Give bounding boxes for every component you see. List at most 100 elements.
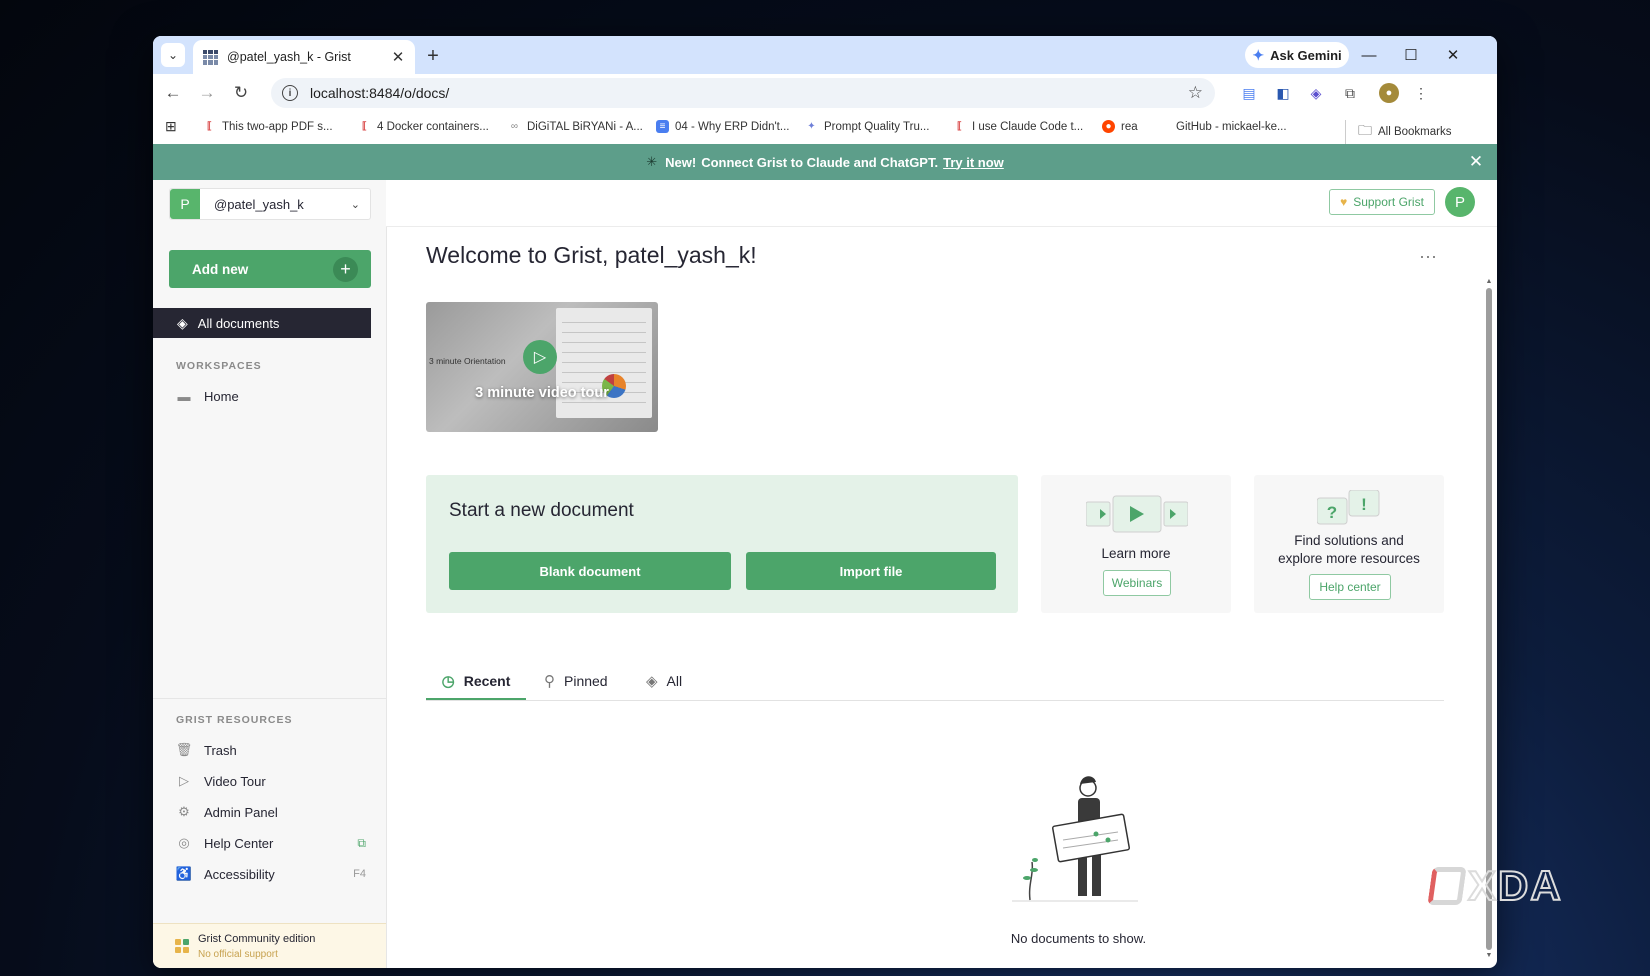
tab-pinned[interactable]: ⚲ Pinned	[544, 664, 608, 698]
webinars-button[interactable]: Webinars	[1103, 570, 1171, 596]
community-title: Grist Community edition	[198, 933, 316, 945]
workspaces-heading: WORKSPACES	[176, 360, 262, 372]
svg-text:!: !	[1361, 495, 1367, 514]
bookmark-3[interactable]: ≡ 04 - Why ERP Didn't...	[656, 120, 789, 133]
bookmarks-bar: ⊞ ⟦ This two-app PDF s... ⟦ 4 Docker conta…	[153, 112, 1497, 145]
sidebar-divider	[153, 698, 386, 699]
scroll-down-icon[interactable]: ▼	[1485, 952, 1493, 960]
extension-icon[interactable]: ◧	[1273, 83, 1293, 103]
home-label: Home	[204, 388, 239, 404]
help-title-line1: Find solutions and	[1294, 533, 1404, 548]
sidebar-item-video-tour[interactable]: ▷ Video Tour	[176, 773, 366, 789]
help-center-button[interactable]: Help center	[1309, 574, 1391, 600]
sidebar-item-all-documents[interactable]: ◈ All documents	[153, 308, 371, 338]
account-avatar: P	[170, 189, 200, 219]
pin-icon: ⚲	[544, 673, 555, 690]
bookmark-star-icon[interactable]: ☆	[1188, 83, 1203, 103]
profile-avatar[interactable]: ●	[1379, 83, 1399, 103]
tab-all[interactable]: ◈ All	[646, 664, 682, 698]
spark-icon: ✳	[646, 154, 658, 169]
banner-try-link[interactable]: Try it now	[943, 155, 1004, 170]
sidebar-item-help-center[interactable]: ◎ Help Center ⧉	[176, 835, 366, 851]
new-tab-button[interactable]: +	[421, 44, 445, 68]
resources-heading: GRIST RESOURCES	[176, 714, 293, 726]
clock-icon: ◷	[441, 673, 455, 690]
address-bar[interactable]: i localhost:8484/o/docs/ ☆	[271, 78, 1215, 108]
forward-icon[interactable]: →	[195, 81, 219, 105]
bookmark-6[interactable]: ● rea	[1102, 120, 1138, 133]
bookmark-4[interactable]: ✦ Prompt Quality Tru...	[805, 120, 929, 133]
apps-grid-icon[interactable]: ⊞	[165, 118, 177, 135]
account-switcher[interactable]: P @patel_yash_k ⌄	[169, 188, 371, 220]
bookmark-label: 4 Docker containers...	[377, 120, 489, 133]
blank-document-button[interactable]: Blank document	[449, 552, 731, 590]
maximize-button[interactable]: ☐	[1393, 42, 1429, 68]
community-edition-footer[interactable]: Grist Community edition No official supp…	[153, 923, 386, 968]
start-new-document-card: Start a new document Blank document Impo…	[426, 475, 1018, 613]
support-grist-button[interactable]: ♥ Support Grist	[1329, 189, 1435, 215]
video-tour-thumbnail[interactable]: 3 minute Orientation ▷ 3 minute video to…	[426, 302, 658, 432]
all-documents-label: All documents	[197, 315, 280, 331]
close-window-button[interactable]: ✕	[1435, 42, 1471, 68]
sidebar-item-accessibility[interactable]: ♿ Accessibility F4	[176, 866, 366, 882]
support-label: Support Grist	[1353, 195, 1424, 209]
site-info-icon[interactable]: i	[282, 85, 298, 101]
banner-new-label: New!	[665, 154, 697, 170]
bookmark-7[interactable]: GitHub - mickael-ke...	[1157, 120, 1287, 133]
add-new-button[interactable]: Add new +	[169, 250, 371, 288]
back-icon[interactable]: ←	[161, 81, 185, 105]
url-text[interactable]: localhost:8484/o/docs/	[310, 85, 1188, 101]
close-tab-icon[interactable]: ✕	[389, 48, 407, 66]
grist-favicon-icon	[203, 49, 218, 65]
bookmark-label: Prompt Quality Tru...	[824, 120, 930, 133]
reading-list-icon[interactable]: ▤	[1239, 83, 1259, 103]
puzzle-icon[interactable]: ⧉	[1340, 83, 1360, 103]
bookmark-0[interactable]: ⟦ This two-app PDF s...	[203, 120, 333, 133]
empty-state-message: No documents to show.	[1010, 931, 1147, 946]
bookmark-2[interactable]: ∞ DiGiTAL BiRYANi - A...	[508, 120, 643, 133]
menu-kebab-icon[interactable]: ⋮	[1411, 83, 1431, 103]
left-sidebar: P @patel_yash_k ⌄ Add new + ◈ All docume…	[153, 180, 387, 968]
question-exclamation-icon: ? !	[1317, 490, 1380, 525]
scrollbar-thumb[interactable]	[1486, 288, 1492, 950]
video-icon: ▷	[179, 773, 189, 788]
learn-more-title: Learn more	[1101, 546, 1171, 561]
bookmark-1[interactable]: ⟦ 4 Docker containers...	[358, 120, 489, 133]
import-file-button[interactable]: Import file	[746, 552, 996, 590]
xda-wordmark: XDA	[1467, 861, 1563, 910]
community-subtitle: No official support	[198, 949, 278, 960]
reload-icon[interactable]: ↻	[229, 81, 253, 105]
glasses-icon: ∞	[510, 121, 519, 132]
tab-recent[interactable]: ◷ Recent	[426, 664, 526, 700]
play-icon[interactable]: ▷	[523, 340, 557, 374]
extension-cube-icon[interactable]: ◈	[1306, 83, 1326, 103]
more-options-icon[interactable]: ···	[1419, 246, 1437, 267]
tab-search-button[interactable]: ⌄	[161, 43, 185, 67]
scroll-up-icon[interactable]: ▲	[1485, 278, 1493, 286]
xda-icon: ⟦	[957, 121, 962, 132]
ask-gemini-button[interactable]: ✦ Ask Gemini	[1245, 42, 1349, 68]
bookmark-5[interactable]: ⟦ I use Claude Code t...	[953, 120, 1083, 133]
all-bookmarks[interactable]: 🗀 All Bookmarks	[1345, 120, 1452, 144]
sidebar-item-home[interactable]: ▬ Home	[176, 388, 366, 404]
page-title: Welcome to Grist, patel_yash_k!	[426, 242, 757, 268]
chevron-down-icon: ⌄	[350, 198, 360, 211]
heart-icon: ♥	[1340, 195, 1348, 209]
plus-icon: +	[333, 256, 358, 282]
main-scrollbar[interactable]: ▲ ▼	[1485, 278, 1493, 960]
user-avatar[interactable]: P	[1445, 187, 1475, 217]
docs-icon: ≡	[656, 120, 669, 133]
sidebar-item-admin-panel[interactable]: ⚙ Admin Panel	[176, 804, 366, 820]
learn-more-card: Learn more Webinars	[1041, 475, 1231, 613]
help-resources-card: ? ! Find solutions and explore more reso…	[1254, 475, 1444, 613]
tab-recent-label: Recent	[463, 673, 511, 689]
resource-label: Admin Panel	[204, 804, 278, 820]
close-banner-icon[interactable]: ✕	[1465, 151, 1487, 173]
document-tabs: ◷ Recent ⚲ Pinned ◈ All	[426, 664, 1444, 701]
resource-label: Help Center	[204, 835, 274, 851]
webinar-illustration-icon	[1086, 495, 1188, 533]
browser-tab[interactable]: @patel_yash_k - Grist ✕	[193, 40, 415, 74]
minimize-button[interactable]: —	[1351, 42, 1387, 68]
sidebar-item-trash[interactable]: 🗑 Trash	[176, 742, 366, 758]
xda-watermark-logo: XDA	[1427, 861, 1563, 910]
